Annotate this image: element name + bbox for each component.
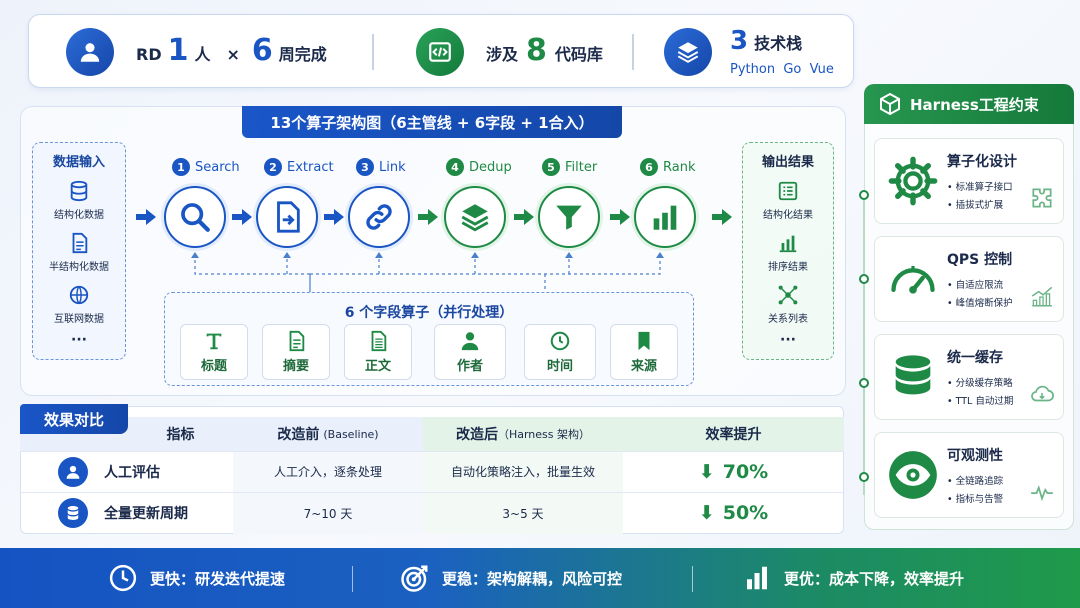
benefit-better: 更优：成本下降，效率提升 (742, 548, 964, 608)
field-card-summary: 摘要 (262, 324, 330, 380)
field-card-body: 正文 (344, 324, 412, 380)
field-label: 时间 (546, 359, 573, 374)
eye-icon (885, 447, 941, 503)
person-icon (461, 332, 479, 351)
bar-chart-icon (747, 566, 767, 590)
harness-header: Harness工程约束 (864, 84, 1074, 124)
th-after: 改造后 （Harness 架构） (423, 417, 623, 451)
benefit-label: 更稳：架构解耦，风险可控 (442, 569, 623, 588)
harness-card-cache: 统一缓存 • 分级缓存策略 • TTL 自动过期 (874, 334, 1064, 420)
harness-card-title: 可观测性 (947, 448, 1003, 464)
field-card-time: 时间 (524, 324, 596, 380)
pulse-icon (1031, 485, 1053, 502)
metric-label: 全量更新周期 (104, 506, 188, 522)
th-before: 改造前 (Baseline) (233, 417, 423, 451)
document-icon (289, 330, 305, 352)
field-label: 正文 (364, 359, 391, 374)
harness-connector-line (863, 195, 865, 495)
benefit-faster: 更快：研发迭代提速 (108, 548, 285, 608)
trend-up-icon (1031, 286, 1053, 307)
connector-dot (859, 472, 869, 482)
benefit-label: 更快：研发迭代提速 (150, 569, 286, 588)
harness-card-title: 算子化设计 (947, 154, 1017, 170)
harness-card-bullet: • 插拔式扩展 (947, 200, 1004, 211)
harness-card-bullet: • 标准算子接口 (947, 182, 1013, 193)
cell-after: 3~5 天 (502, 506, 544, 521)
th-metric: 指标 (166, 427, 195, 443)
field-card-source: 来源 (610, 324, 678, 380)
harness-card-bullet: • 自适应限流 (947, 280, 1004, 291)
metric-label: 人工评估 (104, 465, 160, 481)
database-icon (58, 498, 88, 528)
cell-after: 自动化策略注入，批量生效 (450, 465, 595, 479)
field-card-author: 作者 (434, 324, 506, 380)
harness-card-title: QPS 控制 (947, 252, 1013, 268)
puzzle-icon (1032, 188, 1052, 208)
harness-card-title: 统一缓存 (947, 350, 1003, 366)
metric-manual-eval: 人工评估 (58, 456, 160, 488)
person-icon (58, 457, 88, 487)
field-label: 来源 (630, 359, 657, 374)
harness-card-bullet: • 指标与告警 (947, 494, 1004, 505)
divider (352, 566, 353, 592)
connector-dot (859, 190, 869, 200)
field-operators-title: 6 个字段算子（并行处理） (344, 305, 514, 321)
field-label: 作者 (456, 359, 483, 374)
harness-card-observability: 可观测性 • 全链路追踪 • 指标与告警 (874, 432, 1064, 518)
harness-card-qps: QPS 控制 • 自适应限流 • 峰值熔断保护 (874, 236, 1064, 322)
clock-icon (550, 331, 570, 351)
cell-eff: ⬇ 70% (623, 451, 844, 492)
cell-before: 人工介入，逐条处理 (273, 465, 382, 479)
field-label: 摘要 (282, 359, 309, 374)
field-label: 标题 (200, 359, 227, 374)
harness-title: Harness工程约束 (910, 95, 1039, 114)
harness-card-bullet: • 峰值熔断保护 (947, 298, 1013, 309)
connector-dot (859, 378, 869, 388)
metric-full-update: 全量更新周期 (58, 497, 188, 529)
benefit-label: 更优：成本下降，效率提升 (784, 569, 965, 588)
cell-eff: ⬇ 50% (623, 492, 844, 534)
th-after-sub: （Harness 架构） (497, 428, 591, 441)
document-lines-icon (371, 330, 387, 352)
harness-card-operator: 算子化设计 • 标准算子接口 • 插拔式扩展 (874, 138, 1064, 224)
th-before-sub: (Baseline) (323, 427, 379, 441)
harness-card-bullet: • TTL 自动过期 (947, 396, 1014, 407)
th-before-label: 改造前 (277, 427, 320, 443)
harness-card-bullet: • 全链路追踪 (947, 476, 1004, 487)
results-tag: 效果对比 (20, 404, 128, 434)
down-arrow-icon: ⬇ (698, 460, 715, 483)
bookmark-icon (638, 331, 650, 351)
divider (692, 566, 693, 592)
cube-icon (880, 92, 900, 116)
gauge-icon (885, 251, 941, 307)
connector-dot (859, 274, 869, 284)
cloud-icon (1031, 385, 1054, 402)
text-icon (206, 333, 222, 350)
th-after-label: 改造后 (455, 427, 498, 443)
benefit-stable: 更稳：架构解耦，风险可控 (400, 548, 622, 608)
eff-value: 50% (722, 502, 769, 524)
down-arrow-icon: ⬇ (698, 502, 715, 524)
database-icon (885, 349, 941, 405)
gear-icon (885, 153, 941, 209)
clock-icon (109, 564, 137, 592)
cell-before: 7~10 天 (303, 506, 353, 521)
eff-value: 70% (722, 460, 769, 483)
target-icon (401, 565, 428, 592)
harness-card-bullet: • 分级缓存策略 (947, 378, 1013, 389)
th-eff: 效率提升 (705, 427, 762, 443)
field-card-title: 标题 (180, 324, 248, 380)
